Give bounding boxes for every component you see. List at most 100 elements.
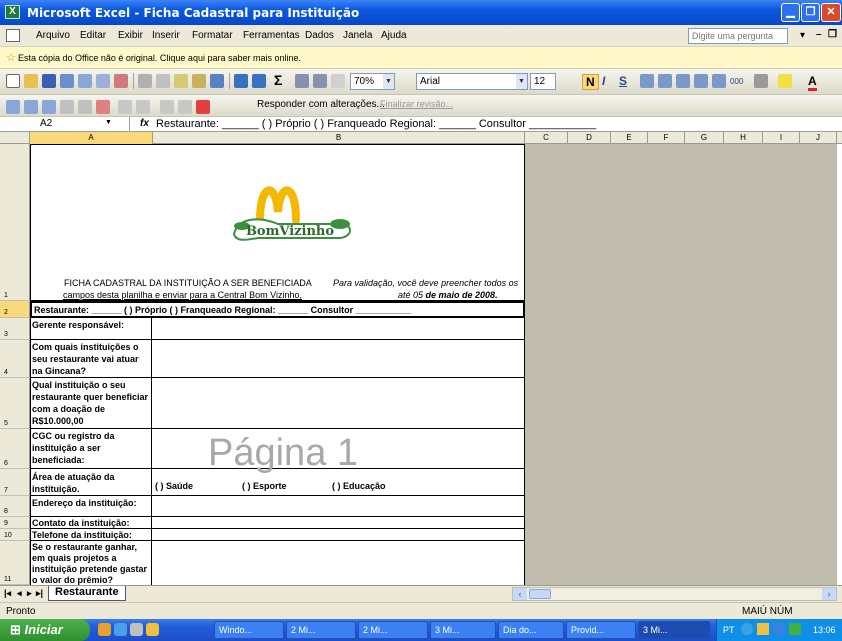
- format-painter-icon[interactable]: [210, 74, 224, 88]
- last-sheet-icon[interactable]: ▸|: [36, 588, 43, 599]
- close-button[interactable]: ✕: [821, 3, 841, 22]
- menu-editar[interactable]: Editar: [80, 30, 106, 41]
- print-icon[interactable]: [78, 74, 92, 88]
- row-contato[interactable]: Contato da instituição:: [30, 517, 525, 529]
- quicklaunch-media-icon[interactable]: [130, 623, 143, 636]
- sort-desc-icon[interactable]: [313, 74, 327, 88]
- row-telefone[interactable]: Telefone da instituição:: [30, 529, 525, 541]
- row-header-10[interactable]: 10: [0, 529, 30, 541]
- print-preview-icon[interactable]: [96, 74, 110, 88]
- quicklaunch-ie-icon[interactable]: [114, 623, 127, 636]
- cut-icon[interactable]: [156, 74, 170, 88]
- prev-comment-icon[interactable]: [24, 100, 38, 114]
- row-header-8[interactable]: 8: [0, 496, 30, 517]
- fill-color-icon[interactable]: [778, 74, 792, 88]
- help-dropdown-icon[interactable]: ▾: [800, 30, 805, 41]
- scroll-right-icon[interactable]: ›: [822, 588, 836, 600]
- row-header-3[interactable]: 3: [0, 318, 30, 340]
- genuine-office-bar[interactable]: ☆ Esta cópia do Office não é original. C…: [0, 47, 842, 69]
- track-changes-icon[interactable]: [118, 100, 132, 114]
- task-mail-1[interactable]: 2 Mi...: [286, 621, 356, 639]
- reply-with-changes-button[interactable]: Responder com alterações...: [257, 99, 385, 110]
- end-review-button[interactable]: Finalizar revisão...: [380, 99, 453, 109]
- bold-button[interactable]: N: [582, 74, 599, 90]
- borders-icon[interactable]: [754, 74, 768, 88]
- menu-janela[interactable]: Janela: [343, 30, 372, 41]
- save-icon[interactable]: [42, 74, 56, 88]
- row-instituicao-beneficiar[interactable]: Qual instituição o seu restaurante quer …: [30, 378, 525, 429]
- currency-icon[interactable]: [712, 74, 726, 88]
- sheet-tab-restaurante[interactable]: Restaurante: [48, 586, 126, 601]
- column-header-d[interactable]: D: [568, 132, 611, 144]
- task-word[interactable]: 3 Mi...: [430, 621, 496, 639]
- paste-icon[interactable]: [192, 74, 206, 88]
- task-excel[interactable]: 3 Mi...: [638, 621, 710, 639]
- chart-wizard-icon[interactable]: [331, 74, 345, 88]
- task-folder[interactable]: Provid...: [566, 621, 636, 639]
- menu-ajuda[interactable]: Ajuda: [381, 30, 407, 41]
- new-comment-icon[interactable]: [6, 100, 20, 114]
- row-header-2[interactable]: 2: [0, 301, 30, 318]
- quicklaunch-office-icon[interactable]: [98, 623, 111, 636]
- delete-comment-icon[interactable]: [96, 100, 110, 114]
- name-box[interactable]: A2 ▼: [0, 117, 130, 132]
- row-gerente[interactable]: Gerente responsável:: [30, 318, 525, 340]
- horizontal-scrollbar[interactable]: ‹ ›: [512, 587, 837, 601]
- chevron-down-icon[interactable]: ▼: [516, 74, 527, 89]
- column-header-b[interactable]: B: [153, 132, 525, 144]
- column-header-e[interactable]: E: [611, 132, 648, 144]
- font-color-icon[interactable]: A: [808, 74, 817, 91]
- column-header-c[interactable]: C: [525, 132, 568, 144]
- minimize-button[interactable]: ▁: [781, 3, 800, 22]
- column-header-h[interactable]: H: [724, 132, 763, 144]
- column-header-g[interactable]: G: [685, 132, 724, 144]
- reply-icon[interactable]: [196, 100, 210, 114]
- help-search-input[interactable]: Digite uma pergunta: [688, 28, 788, 44]
- row-header-5[interactable]: 5: [0, 378, 30, 429]
- thousands-button[interactable]: 000: [730, 77, 743, 86]
- menu-dados[interactable]: Dados: [305, 30, 334, 41]
- menu-formatar[interactable]: Formatar: [192, 30, 233, 41]
- next-comment-icon[interactable]: [42, 100, 56, 114]
- permission-icon[interactable]: [60, 74, 74, 88]
- italic-button[interactable]: I: [602, 74, 605, 88]
- task-windows[interactable]: Windo...: [214, 621, 284, 639]
- doc-restore-icon[interactable]: ❐: [828, 29, 837, 40]
- row-endereco[interactable]: Endereço da instituição:: [30, 496, 525, 517]
- align-center-icon[interactable]: [658, 74, 672, 88]
- tray-mail-icon[interactable]: [757, 623, 769, 635]
- row-2-restaurant-cell[interactable]: Restaurante: ______ ( ) Próprio ( ) Fran…: [30, 301, 525, 318]
- column-header-a[interactable]: A: [30, 132, 153, 144]
- genuine-office-message[interactable]: Esta cópia do Office não é original. Cli…: [18, 53, 301, 63]
- show-all-comments-icon[interactable]: [78, 100, 92, 114]
- underline-button[interactable]: S: [619, 74, 627, 88]
- formula-input[interactable]: Restaurante: ______ ( ) Próprio ( ) Fran…: [156, 118, 596, 130]
- menu-exibir[interactable]: Exibir: [118, 30, 143, 41]
- menu-inserir[interactable]: Inserir: [152, 30, 180, 41]
- autosum-icon[interactable]: Σ: [274, 72, 282, 88]
- bluetooth-icon[interactable]: [741, 623, 753, 635]
- start-button[interactable]: ⊞ Iniciar: [0, 619, 90, 641]
- scroll-left-icon[interactable]: ‹: [513, 588, 527, 600]
- zoom-select[interactable]: 70% ▼: [350, 73, 395, 90]
- row-instituicoes[interactable]: Com quais instituições o seu restaurante…: [30, 340, 525, 378]
- task-mail-2[interactable]: 2 Mi...: [358, 621, 428, 639]
- option-saude[interactable]: ( ) Saúde: [155, 481, 193, 491]
- show-comment-icon[interactable]: [60, 100, 74, 114]
- chevron-down-icon[interactable]: ▼: [383, 74, 394, 89]
- redo-icon[interactable]: [252, 74, 266, 88]
- restore-button[interactable]: ❐: [801, 3, 820, 22]
- insert-function-icon[interactable]: fx: [140, 118, 149, 129]
- row-header-11[interactable]: 11: [0, 541, 30, 585]
- mail-recipient-icon[interactable]: [178, 100, 192, 114]
- align-right-icon[interactable]: [676, 74, 690, 88]
- undo-icon[interactable]: [234, 74, 248, 88]
- first-sheet-icon[interactable]: |◂: [4, 588, 11, 599]
- excel-icon[interactable]: X: [5, 5, 20, 19]
- row-header-6[interactable]: 6: [0, 429, 30, 469]
- column-header-j[interactable]: J: [800, 132, 837, 144]
- option-esporte[interactable]: ( ) Esporte: [242, 481, 287, 491]
- row-projetos[interactable]: Se o restaurante ganhar, em quais projet…: [30, 541, 525, 585]
- sort-asc-icon[interactable]: [295, 74, 309, 88]
- protect-icon[interactable]: [136, 100, 150, 114]
